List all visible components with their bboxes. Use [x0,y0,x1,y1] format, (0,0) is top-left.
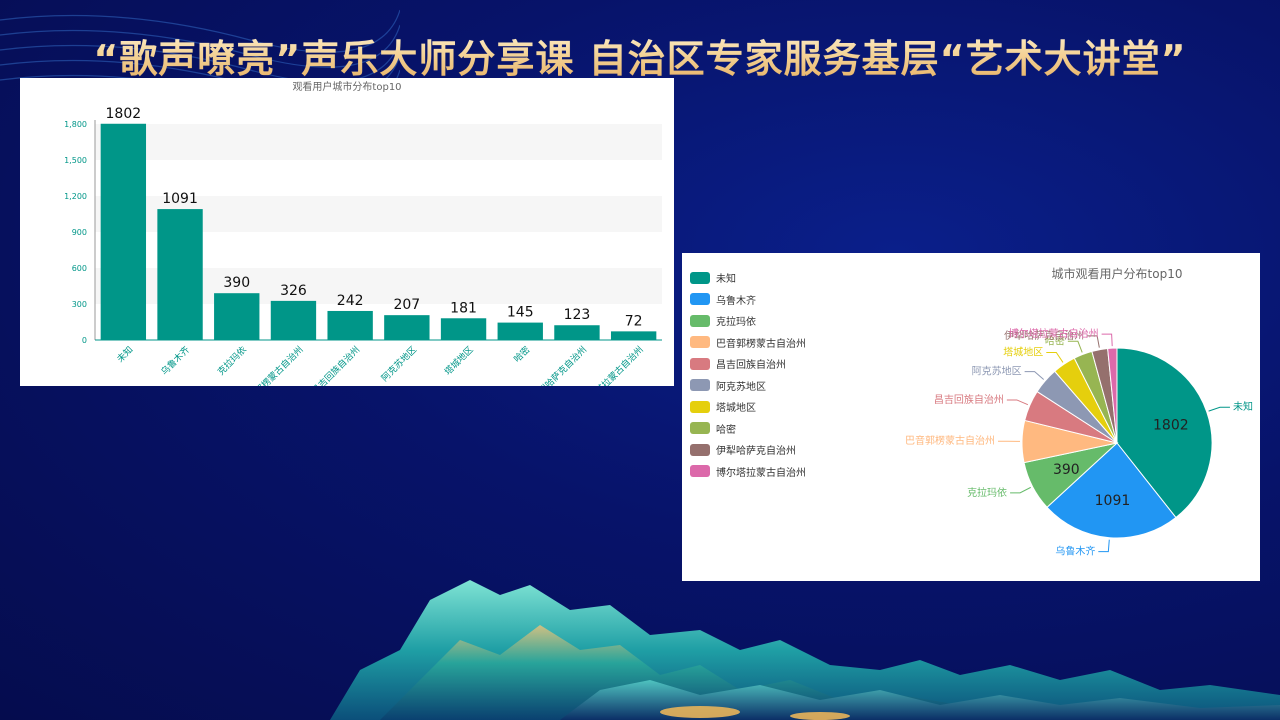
bar-value-label: 207 [393,297,420,313]
x-tick-label: 伊犁哈萨克自治州 [530,344,589,386]
x-tick-label: 昌吉回族自治州 [309,344,362,386]
pie-outer-label: 巴音郭楞蒙古自治州 [905,434,995,447]
pie-outer-label: 未知 [1233,400,1253,413]
bar-value-label: 242 [337,293,364,309]
x-tick-label: 克拉玛依 [215,344,249,378]
bar-value-label: 1091 [162,191,198,207]
x-tick-label: 塔城地区 [442,344,476,378]
bar [440,318,487,340]
grid-band [95,124,662,160]
pie-leader-line [1067,340,1083,353]
bar [497,322,543,340]
bar-chart-panel: 观看用户城市分布top10 0 300 600 900 1,200 1,500 1,800 18… [20,78,674,386]
bar-value-label: 1802 [106,106,142,122]
bar-value-label: 181 [450,300,477,316]
bar [384,315,430,340]
bar [100,123,147,340]
bar [270,300,317,340]
pie-outer-label: 塔城地区 [1003,345,1043,358]
x-tick-label: 阿克苏地区 [379,344,419,384]
pie-outer-label: 阿克苏地区 [972,365,1022,378]
bar-value-label: 145 [507,305,534,321]
y-tick-label: 300 [72,300,87,309]
pie-chart: 城市观看用户分布top10 未知 1802 乌鲁木齐 1091 克拉玛依 390 巴音郭楞蒙古… [905,266,1253,558]
pie-outer-label: 乌鲁木齐 [1055,545,1095,558]
pie-leader-line [1006,399,1029,406]
x-tick-label: 博尔塔拉蒙古自治州 [580,344,646,386]
pie-chart-title: 城市观看用户分布top10 [1052,266,1183,281]
slide-title: “歌声嘹亮”声乐大师分享课 自治区专家服务基层“艺术大讲堂” [0,28,1280,83]
pie-outer-label: 昌吉回族自治州 [934,393,1004,406]
pie-value-label: 390 [1053,462,1080,478]
bar [214,293,260,340]
pie-value-label: 1091 [1095,493,1131,509]
bar [554,325,600,340]
bar [157,209,203,340]
pie-leader-line [1208,406,1230,412]
pie-leader-line [1024,371,1045,380]
pie-leader-line [1010,486,1031,494]
bar [327,310,373,340]
y-tick-label: 900 [72,228,87,237]
bar-chart-title: 观看用户城市分布top10 [292,80,401,93]
y-tick-label: 600 [72,264,87,273]
pie-leader-line [1046,351,1064,363]
x-tick-label: 巴音郭楞蒙古自治州 [240,344,306,386]
bar-value-label: 390 [223,275,250,291]
decorative-landscape [330,580,1280,720]
y-tick-label: 1,500 [64,156,87,165]
y-tick-label: 1,800 [64,120,87,129]
bar-value-label: 72 [625,313,643,329]
pie-chart-panel: 未知 乌鲁木齐 克拉玛依 巴音郭楞蒙古自治州 昌吉回族自治州 阿克苏地区 塔城地区 哈密 伊犁哈… [682,253,1260,581]
x-tick-label: 哈密 [511,344,532,365]
x-tick-label: 未知 [114,344,135,365]
bar-value-label: 326 [280,283,307,299]
pie-outer-label: 克拉玛依 [967,486,1007,499]
pie-leader-line [1098,539,1110,553]
y-tick-label: 0 [82,336,87,345]
pie-outer-label: 博尔塔拉蒙古自治州 [1009,327,1099,340]
bar-value-label: 123 [564,307,591,323]
y-tick-label: 1,200 [64,192,87,201]
bar-chart: 观看用户城市分布top10 0 300 600 900 1,200 1,500 1,800 18… [64,80,662,386]
bar [610,331,657,340]
x-tick-label: 乌鲁木齐 [158,344,192,378]
pie-value-label: 1802 [1153,417,1189,433]
pie-leader-line [1101,333,1113,347]
